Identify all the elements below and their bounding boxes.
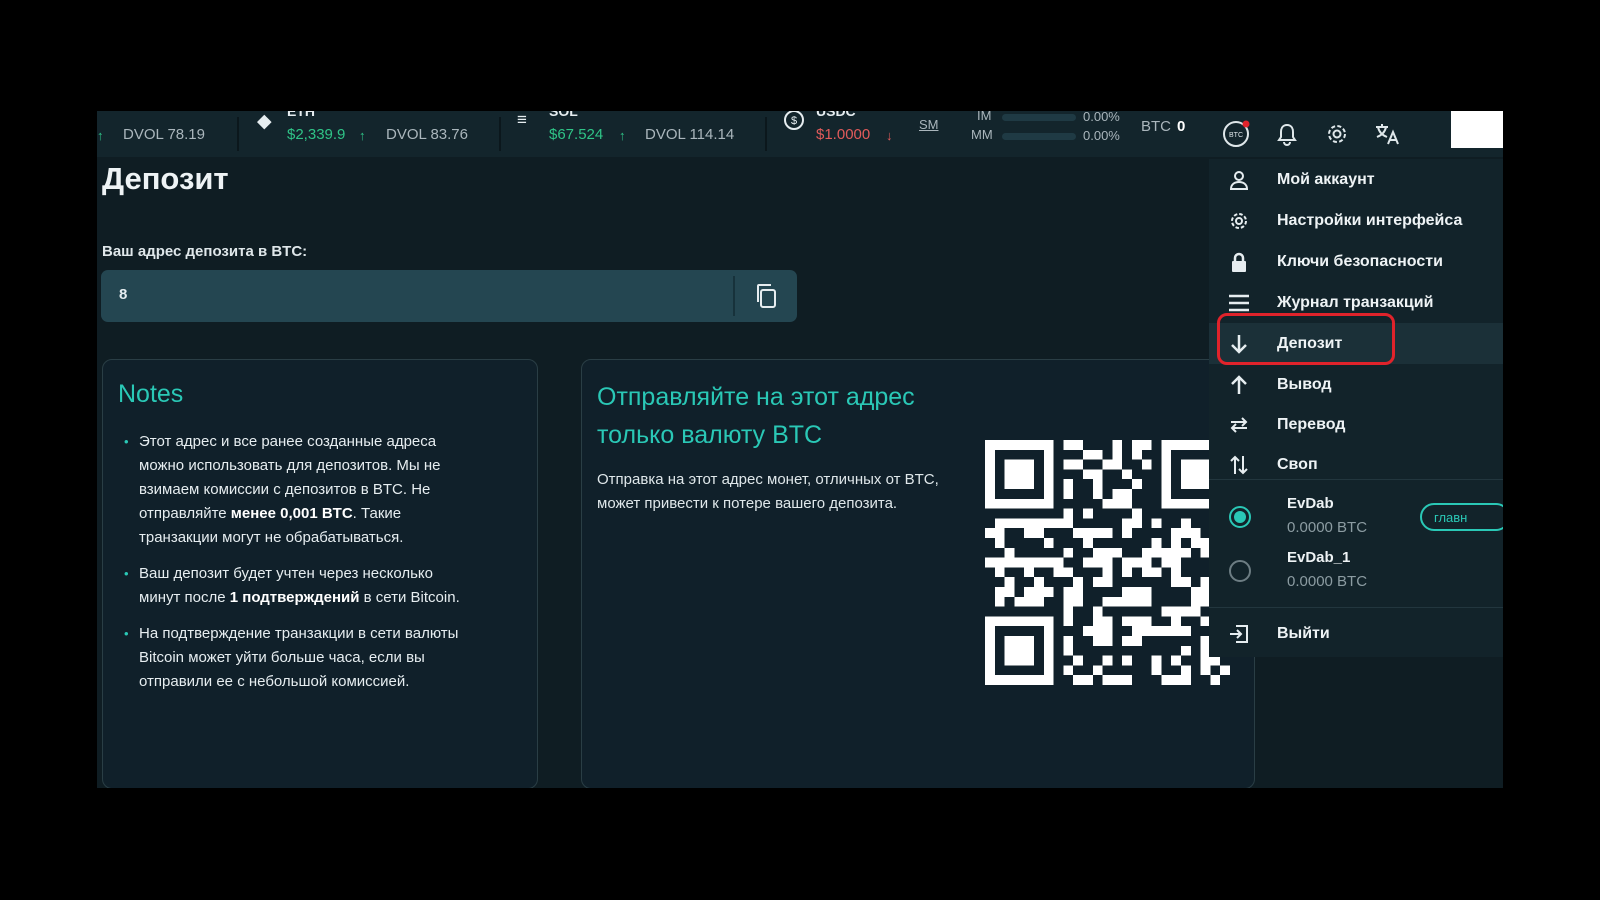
sm-label[interactable]: SM [919,117,939,132]
menu-item-label: Выйти [1277,625,1330,642]
divider [499,117,501,151]
lock-icon [1227,250,1251,274]
divider [1209,607,1503,608]
main-account-badge: главн [1420,503,1503,531]
svg-text:BTC: BTC [1229,132,1243,139]
highlight-annotation [1217,313,1395,365]
divider [1081,767,1281,773]
btc-balance-value: 0 [1177,118,1186,135]
account-balance: 0.0000 BTC [1287,573,1368,590]
menu-item-security-keys[interactable]: Ключи безопасности [1209,241,1503,282]
logout-icon [1227,622,1251,646]
arrow-up-icon [1227,373,1251,397]
radio-selected-icon[interactable] [1229,506,1251,528]
sol-icon: ≡ [517,111,527,129]
bell-icon[interactable] [1272,119,1302,149]
send-warning-text: Отправка на этот адрес монет, отличных о… [597,471,939,512]
dvol-value: DVOL 83.76 [386,126,468,143]
menu-item-label: Своп [1277,456,1318,473]
up-arrow-icon: ↑ [97,128,104,143]
down-arrow-icon: ↓ [886,128,893,143]
user-icon [1227,168,1251,192]
im-label: IM [977,111,992,123]
account-name: EvDab_1 [1287,549,1351,566]
coin-price: $1.0000 [816,126,871,143]
mm-bar [1002,133,1076,140]
up-arrow-icon: ↑ [359,128,366,143]
menu-item-my-account[interactable]: Мой аккаунт [1209,159,1503,200]
up-arrow-icon: ↑ [619,128,626,143]
currency-switch-icon[interactable]: BTC [1221,119,1251,149]
coin-price: $2,339.9 [287,126,346,143]
app-window: ↑ DVOL 78.19 ◆ ETH $2,339.9 ↑ DVOL 83.76… [97,111,1503,788]
im-value: 0.00% [1083,111,1120,124]
swap-icon [1227,453,1251,477]
divider [1209,479,1503,480]
list-item: Ваш депозит будет учтен через несколько … [118,562,478,610]
list-icon [1227,291,1251,315]
menu-item-withdraw[interactable]: Вывод [1209,364,1503,405]
account-balance: 0.0000 BTC [1287,519,1368,536]
dvol-value: DVOL 78.19 [123,126,205,143]
btc-balance-label: BTC [1141,118,1171,135]
eth-icon: ◆ [257,111,272,132]
account-item-evdab-1[interactable]: EvDab_1 0.0000 BTC [1209,543,1503,597]
divider [733,276,735,316]
menu-item-transfer[interactable]: Перевод [1209,404,1503,445]
coin-price: $67.524 [549,126,604,143]
account-item-evdab[interactable]: EvDab 0.0000 BTC главн [1209,489,1503,543]
transfer-icon [1227,413,1251,437]
deposit-address-field[interactable]: 8 [101,270,797,322]
gear-icon[interactable] [1322,119,1352,149]
list-item: Этот адрес и все ранее созданные адреса … [118,430,478,550]
mm-value: 0.00% [1083,128,1120,143]
menu-item-label: Ключи безопасности [1277,253,1443,270]
coin-name: USDC [816,111,856,119]
copy-icon[interactable] [749,280,783,312]
account-name: EvDab [1287,495,1334,512]
divider [237,117,239,151]
svg-text:$: $ [791,115,797,127]
mm-label: MM [971,127,993,142]
menu-item-label: Вывод [1277,376,1332,393]
ticker-bar: ↑ DVOL 78.19 ◆ ETH $2,339.9 ↑ DVOL 83.76… [97,111,1503,157]
menu-item-logout[interactable]: Выйти [1209,613,1503,654]
send-warning-title: Отправляйте на этот адрес только валюту … [597,383,915,449]
gear-icon [1227,209,1251,233]
user-avatar-button[interactable] [1451,111,1503,148]
deposit-address-value[interactable]: 8 [119,286,127,303]
coin-name: SOL [549,111,578,119]
notes-title: Notes [118,380,184,408]
divider [765,117,767,151]
menu-item-label: Мой аккаунт [1277,171,1375,188]
dvol-value: DVOL 114.14 [645,126,735,143]
menu-item-interface-settings[interactable]: Настройки интерфейса [1209,200,1503,241]
menu-item-label: Журнал транзакций [1277,294,1434,311]
send-info-card: Отправляйте на этот адрес только валюту … [581,359,1255,788]
radio-unselected-icon[interactable] [1229,560,1251,582]
usdc-icon: $ [783,111,805,137]
coin-name: ETH [287,111,315,119]
im-bar [1002,114,1076,121]
notes-card: Notes Этот адрес и все ранее созданные а… [102,359,538,788]
notes-list: Этот адрес и все ранее созданные адреса … [118,430,478,706]
translate-icon[interactable] [1372,119,1402,149]
deposit-address-label: Ваш адрес депозита в BTC: [102,243,308,260]
menu-item-label: Перевод [1277,416,1346,433]
list-item: На подтверждение транзакции в сети валют… [118,622,478,694]
account-menu: Мой аккаунт Настройки интерфейса Ключи б… [1209,159,1503,657]
menu-item-label: Настройки интерфейса [1277,212,1463,229]
page-title: Депозит [102,161,229,196]
qr-code [985,440,1230,685]
